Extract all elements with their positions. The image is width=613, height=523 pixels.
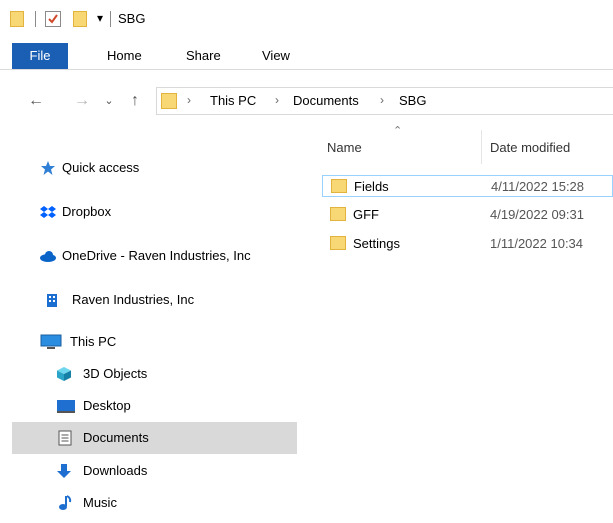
sidebar-item-label: OneDrive - Raven Industries, Inc <box>62 248 251 263</box>
toolbar-divider <box>35 11 36 27</box>
tab-share[interactable]: Share <box>186 43 221 69</box>
sidebar-item-label: Downloads <box>83 463 148 478</box>
ribbon-divider <box>0 69 613 70</box>
sidebar-item-this-pc[interactable]: This PC <box>0 326 297 358</box>
tab-view[interactable]: View <box>262 43 290 69</box>
column-header-date-modified[interactable]: Date modified <box>490 140 570 155</box>
dropbox-icon <box>40 206 56 218</box>
file-date: 1/11/2022 10:34 <box>490 236 584 251</box>
sidebar-item-dropbox[interactable]: Dropbox <box>0 196 297 228</box>
tab-file[interactable]: File <box>12 43 68 69</box>
address-bar[interactable]: › This PC › Documents › SBG <box>156 87 613 115</box>
sidebar-item-label: This PC <box>70 334 117 349</box>
sidebar-item-downloads[interactable]: Downloads <box>0 455 297 487</box>
window-title: SBG <box>118 11 146 26</box>
sidebar-item-documents[interactable]: Documents <box>12 422 297 454</box>
computer-icon <box>40 334 62 349</box>
list-item[interactable]: Settings 1/11/2022 10:34 <box>322 233 613 255</box>
sidebar-item-label: Dropbox <box>62 204 112 219</box>
back-arrow-icon[interactable]: ← <box>26 89 46 113</box>
sidebar-item-label: Documents <box>83 430 149 445</box>
breadcrumb-chevron-icon[interactable]: › <box>380 93 384 107</box>
new-folder-icon[interactable] <box>73 11 87 27</box>
cube-icon <box>57 367 71 381</box>
sidebar-item-label: 3D Objects <box>83 366 148 381</box>
column-divider[interactable] <box>481 130 482 164</box>
up-arrow-icon[interactable]: ↑ <box>125 89 145 113</box>
list-item[interactable]: GFF 4/19/2022 09:31 <box>322 204 613 226</box>
file-name: GFF <box>353 207 379 222</box>
star-icon <box>41 161 55 175</box>
file-date: 4/11/2022 15:28 <box>491 179 585 194</box>
list-item[interactable]: Fields 4/11/2022 15:28 <box>322 175 613 197</box>
folder-icon <box>330 236 346 250</box>
breadcrumb-documents[interactable]: Documents <box>293 93 359 108</box>
document-icon <box>58 430 72 446</box>
sidebar-item-desktop[interactable]: Desktop <box>0 390 297 422</box>
sidebar-item-music[interactable]: Music <box>0 487 297 519</box>
sidebar-item-raven[interactable]: Raven Industries, Inc <box>0 284 297 316</box>
folder-icon <box>330 207 346 221</box>
sidebar-item-onedrive[interactable]: OneDrive - Raven Industries, Inc <box>0 240 297 272</box>
breadcrumb-chevron-icon[interactable]: › <box>275 93 279 107</box>
folder-icon <box>161 93 177 109</box>
properties-icon[interactable] <box>45 11 61 27</box>
column-header-name[interactable]: Name <box>327 140 362 155</box>
folder-icon <box>331 179 347 193</box>
file-name: Settings <box>353 236 400 251</box>
breadcrumb-sbg[interactable]: SBG <box>399 93 426 108</box>
file-name: Fields <box>354 179 389 194</box>
sidebar-item-label: Music <box>83 495 117 510</box>
sidebar-item-3d-objects[interactable]: 3D Objects <box>0 358 297 390</box>
file-date: 4/19/2022 09:31 <box>490 207 584 222</box>
toolbar-divider <box>110 11 111 27</box>
sort-ascending-icon: ⌃ <box>393 125 403 137</box>
music-note-icon <box>59 495 72 510</box>
sidebar-item-quick-access[interactable]: Quick access <box>0 152 297 184</box>
breadcrumb-chevron-icon[interactable]: › <box>187 93 191 107</box>
desktop-icon <box>57 400 75 413</box>
sidebar-item-label: Quick access <box>62 160 140 175</box>
folder-icon[interactable] <box>10 11 24 27</box>
forward-arrow-icon[interactable]: → <box>72 89 92 113</box>
recent-locations-chevron-icon[interactable]: ⌄ <box>101 89 117 113</box>
cloud-icon <box>40 251 56 262</box>
building-icon <box>47 294 57 307</box>
sidebar-item-label: Desktop <box>83 398 131 413</box>
sidebar-item-label: Raven Industries, Inc <box>72 292 195 307</box>
breadcrumb-this-pc[interactable]: This PC <box>210 93 256 108</box>
download-arrow-icon <box>57 464 71 478</box>
customize-toolbar-icon[interactable]: ▾ <box>97 11 103 25</box>
title-bar: ▾ SBG <box>0 0 613 38</box>
tab-home[interactable]: Home <box>107 43 142 69</box>
